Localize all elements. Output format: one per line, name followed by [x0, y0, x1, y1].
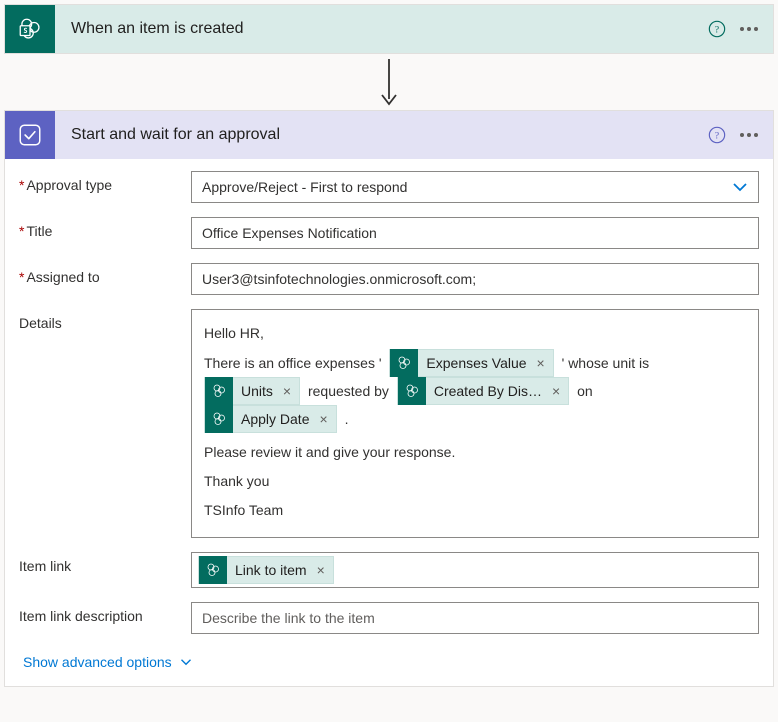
- help-icon[interactable]: ?: [701, 119, 733, 151]
- sharepoint-icon: [398, 377, 426, 405]
- assigned-to-label: *Assigned to: [19, 263, 191, 285]
- token-apply-date[interactable]: Apply Date ×: [204, 405, 337, 433]
- trigger-title: When an item is created: [55, 20, 701, 38]
- sharepoint-icon: [199, 556, 227, 584]
- token-expenses-value[interactable]: Expenses Value ×: [389, 349, 553, 377]
- assigned-to-input[interactable]: User3@tsinfotechnologies.onmicrosoft.com…: [191, 263, 759, 295]
- token-remove-button[interactable]: ×: [317, 562, 325, 578]
- token-created-by[interactable]: Created By Dis… ×: [397, 377, 569, 405]
- approval-type-label: *Approval type: [19, 171, 191, 193]
- sharepoint-icon: [390, 349, 418, 377]
- title-input[interactable]: Office Expenses Notification: [191, 217, 759, 249]
- trigger-card: When an item is created ?: [4, 4, 774, 54]
- item-link-desc-input[interactable]: Describe the link to the item: [191, 602, 759, 634]
- token-units[interactable]: Units ×: [204, 377, 300, 405]
- flow-arrow: [4, 54, 774, 110]
- token-remove-button[interactable]: ×: [552, 378, 560, 405]
- approval-card: Start and wait for an approval ? *Approv…: [4, 110, 774, 687]
- item-link-label: Item link: [19, 552, 191, 574]
- details-label: Details: [19, 309, 191, 331]
- sharepoint-icon: [205, 405, 233, 433]
- item-link-input[interactable]: Link to item ×: [191, 552, 759, 588]
- item-link-desc-label: Item link description: [19, 602, 191, 624]
- svg-text:?: ?: [715, 131, 719, 142]
- details-input[interactable]: Hello HR, There is an office expenses ' …: [191, 309, 759, 538]
- approval-type-select[interactable]: Approve/Reject - First to respond: [191, 171, 759, 203]
- approval-header[interactable]: Start and wait for an approval ?: [5, 111, 773, 159]
- approval-body: *Approval type Approve/Reject - First to…: [5, 159, 773, 686]
- approval-icon: [5, 111, 55, 159]
- more-menu-button[interactable]: [733, 13, 765, 45]
- sharepoint-icon: [205, 377, 233, 405]
- sharepoint-icon: [5, 5, 55, 53]
- trigger-header[interactable]: When an item is created ?: [5, 5, 773, 53]
- token-link-to-item[interactable]: Link to item ×: [198, 556, 334, 584]
- token-remove-button[interactable]: ×: [537, 350, 545, 377]
- show-advanced-options-link[interactable]: Show advanced options: [23, 654, 192, 670]
- token-remove-button[interactable]: ×: [283, 378, 291, 405]
- chevron-down-icon: [732, 179, 748, 195]
- approval-title: Start and wait for an approval: [55, 126, 701, 144]
- help-icon[interactable]: ?: [701, 13, 733, 45]
- svg-text:?: ?: [715, 25, 719, 36]
- more-menu-button[interactable]: [733, 119, 765, 151]
- chevron-down-icon: [180, 656, 192, 668]
- token-remove-button[interactable]: ×: [319, 406, 327, 433]
- title-label: *Title: [19, 217, 191, 239]
